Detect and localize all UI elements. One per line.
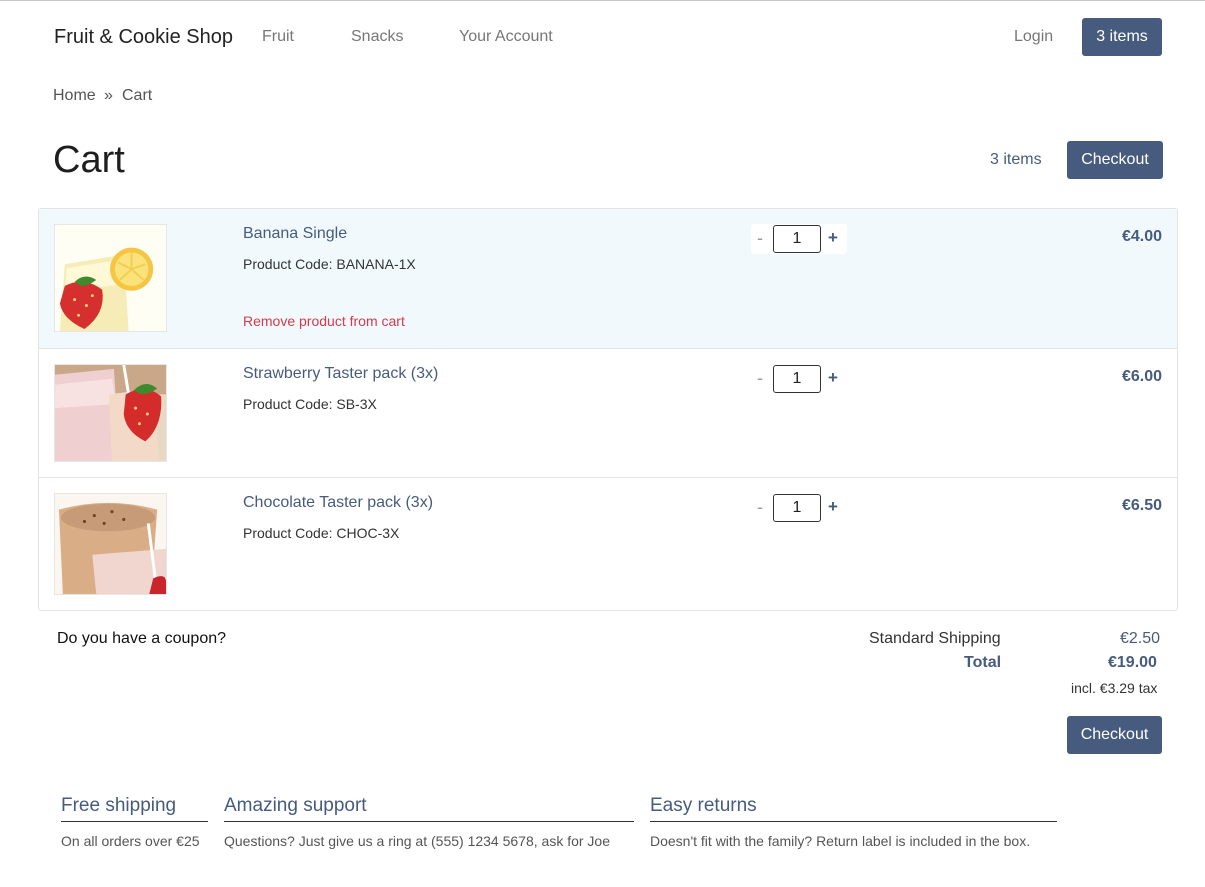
product-price: €4.00 [1121,228,1162,245]
cart-item-count: 3 items [990,151,1042,168]
quantity-increment-button[interactable]: + [828,228,838,248]
checkout-button-top[interactable]: Checkout [1067,141,1163,179]
product-image-chocolate[interactable] [54,493,167,595]
nav-link-your-account[interactable]: Your Account [459,28,553,46]
product-image-strawberry[interactable] [54,364,167,462]
product-name[interactable]: Strawberry Taster pack (3x) [243,365,438,383]
page-title: Cart [53,139,125,181]
checkout-button-bottom[interactable]: Checkout [1067,716,1162,754]
product-code: Product Code: SB-3X [243,396,377,412]
feature-text-amazing-support: Questions? Just give us a ring at (555) … [224,833,611,849]
product-code: Product Code: CHOC-3X [243,525,400,541]
quantity-stepper: - + [751,493,847,523]
quantity-stepper: - + [751,224,847,254]
quantity-input[interactable] [773,494,821,522]
quantity-decrement-button[interactable]: - [757,497,763,518]
breadcrumb-current: Cart [122,87,153,104]
feature-text-easy-returns: Doesn't fit with the family? Return labe… [650,833,1031,849]
product-price: €6.00 [1121,368,1162,385]
breadcrumb-home[interactable]: Home [53,87,96,105]
nav-link-fruit[interactable]: Fruit [262,28,294,46]
product-price: €6.50 [1121,497,1162,514]
quantity-input[interactable] [773,365,821,393]
cart-list: Banana Single Product Code: BANANA-1X Re… [38,208,1178,611]
login-link[interactable]: Login [1014,28,1053,46]
quantity-increment-button[interactable]: + [828,497,838,517]
quantity-decrement-button[interactable]: - [757,368,763,389]
cart-row: Banana Single Product Code: BANANA-1X Re… [39,209,1177,349]
feature-text-free-shipping: On all orders over €25 [61,833,200,849]
remove-product-link[interactable]: Remove product from cart [243,313,405,329]
product-name[interactable]: Banana Single [243,225,347,243]
cart-row: Chocolate Taster pack (3x) Product Code:… [39,478,1177,610]
nav-link-snacks[interactable]: Snacks [351,28,403,46]
coupon-link[interactable]: Do you have a coupon? [57,630,226,648]
cart-row: Strawberry Taster pack (3x) Product Code… [39,349,1177,478]
shop-brand[interactable]: Fruit & Cookie Shop [54,26,233,49]
total-value: €19.00 [1108,654,1157,671]
quantity-decrement-button[interactable]: - [757,228,763,249]
quantity-stepper: - + [751,364,847,394]
product-code: Product Code: BANANA-1X [243,256,416,272]
shipping-value: €2.50 [1120,630,1161,647]
product-name[interactable]: Chocolate Taster pack (3x) [243,494,433,512]
total-label: Total [964,654,1002,671]
breadcrumb-separator: » [104,87,113,104]
quantity-input[interactable] [773,225,821,253]
nav-cart-button[interactable]: 3 items [1082,18,1162,56]
feature-title-easy-returns: Easy returns [650,795,1057,822]
tax-note: incl. €3.29 tax [1071,680,1158,696]
feature-title-amazing-support: Amazing support [224,795,634,822]
quantity-increment-button[interactable]: + [828,368,838,388]
product-image-banana[interactable] [54,224,167,332]
feature-title-free-shipping: Free shipping [61,795,208,822]
shipping-label: Standard Shipping [869,630,1001,647]
